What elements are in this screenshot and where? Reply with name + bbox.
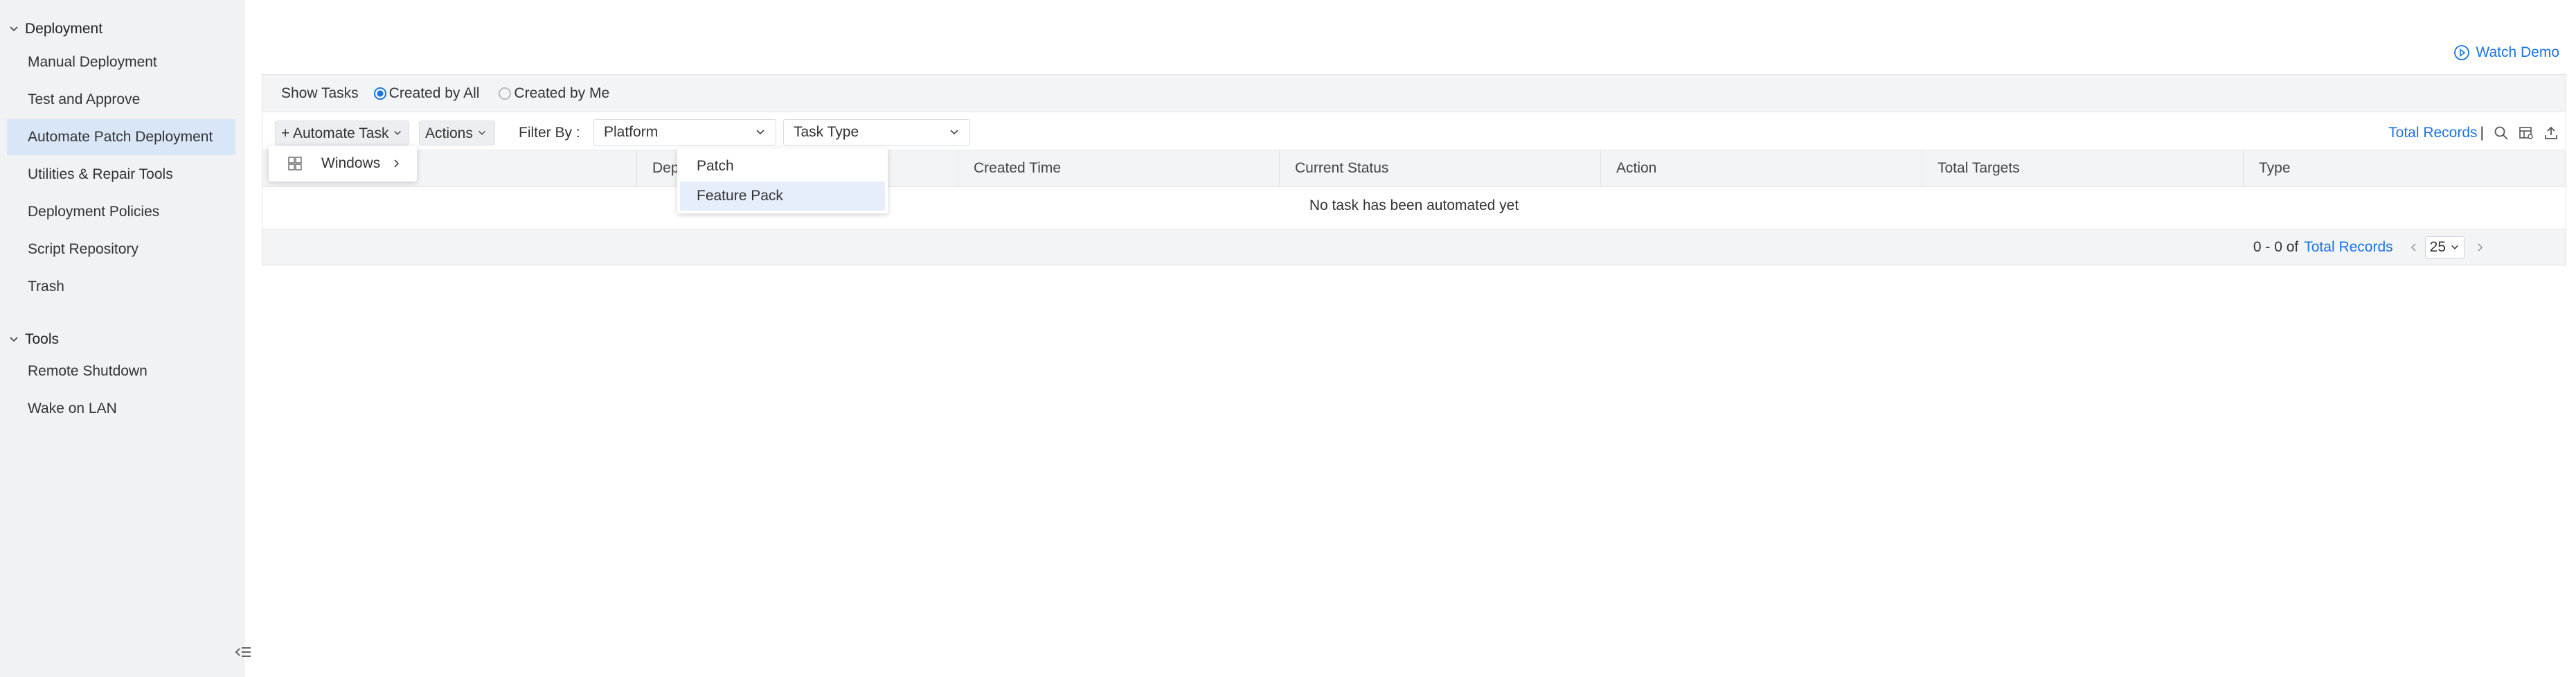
- submenu-item-patch[interactable]: Patch: [680, 152, 885, 181]
- table-tools: Total Records |: [2388, 125, 2559, 141]
- play-circle-icon: [2454, 45, 2470, 60]
- sidebar-section-title: Tools: [25, 331, 60, 347]
- sidebar-item-test-and-approve[interactable]: Test and Approve: [7, 82, 235, 118]
- sidebar-section-title: Deployment: [25, 21, 103, 37]
- sidebar-item-deployment-policies[interactable]: Deployment Policies: [7, 194, 235, 230]
- empty-table-message: No task has been automated yet: [1309, 197, 1519, 213]
- platform-select-value: Platform: [604, 124, 659, 140]
- platform-select[interactable]: Platform: [593, 119, 776, 146]
- export-icon[interactable]: [2543, 125, 2559, 141]
- task-type-select[interactable]: Task Type: [783, 119, 970, 146]
- filter-by-label: Filter By :: [519, 125, 580, 141]
- sidebar-item-wake-on-lan[interactable]: Wake on LAN: [7, 391, 235, 427]
- radio-selected-icon[interactable]: [373, 87, 386, 100]
- sidebar: Deployment Manual Deployment Test and Ap…: [0, 0, 251, 677]
- main-content: Watch Demo Show Tasks Created by All Cre…: [262, 0, 2566, 677]
- collapse-sidebar-icon[interactable]: [233, 642, 253, 662]
- chevron-down-icon: [2451, 245, 2458, 249]
- table-header: Deployment Time Created Time Current Sta…: [262, 150, 2566, 187]
- sidebar-item-remote-shutdown[interactable]: Remote Shutdown: [7, 353, 235, 389]
- pagination: 0 - 0 of Total Records 25: [2253, 236, 2485, 258]
- submenu-item-feature-pack[interactable]: Feature Pack: [680, 182, 885, 211]
- radio-unselected-icon[interactable]: [499, 87, 512, 100]
- sidebar-section-deployment[interactable]: Deployment: [8, 21, 102, 37]
- menu-item-windows[interactable]: Windows: [269, 146, 417, 182]
- watch-demo-label: Watch Demo: [2476, 44, 2559, 60]
- chevron-right-icon: [394, 159, 400, 168]
- chevron-left-icon[interactable]: [2408, 242, 2420, 253]
- column-settings-icon[interactable]: [2519, 125, 2534, 141]
- record-range: 0 - 0 of: [2253, 239, 2299, 255]
- sidebar-item-trash[interactable]: Trash: [7, 269, 235, 305]
- sidebar-section-tools[interactable]: Tools: [8, 331, 59, 348]
- chevron-right-icon[interactable]: [2474, 242, 2485, 253]
- table-footer: 0 - 0 of Total Records 25: [262, 229, 2566, 265]
- chevron-down-icon: [950, 130, 958, 135]
- automate-task-button[interactable]: + Automate Task: [275, 121, 409, 146]
- radio-label: Created by All: [388, 85, 480, 101]
- total-records-link[interactable]: Total Records: [2388, 125, 2477, 141]
- chevron-down-icon: [478, 130, 485, 135]
- search-icon[interactable]: [2494, 125, 2509, 141]
- show-tasks-label: Show Tasks: [281, 85, 359, 101]
- windows-submenu: Patch Feature Pack: [677, 148, 888, 213]
- automate-task-menu: Windows: [269, 146, 417, 182]
- column-header-created-time[interactable]: Created Time: [958, 150, 1279, 186]
- sidebar-item-utilities-repair-tools[interactable]: Utilities & Repair Tools: [7, 157, 235, 193]
- windows-icon: [288, 157, 302, 170]
- column-header-total-targets[interactable]: Total Targets: [1922, 150, 2243, 186]
- page-size-value: 25: [2429, 239, 2446, 255]
- chevron-down-icon: [394, 130, 402, 135]
- radio-created-by-all[interactable]: Created by All: [373, 85, 480, 102]
- actions-button[interactable]: Actions: [419, 121, 495, 146]
- automate-task-label: Automate Task: [292, 125, 389, 141]
- toolbar: + Automate Task Actions Filter By : Plat…: [262, 114, 2566, 151]
- watch-demo-link[interactable]: Watch Demo: [2453, 44, 2559, 61]
- task-type-select-value: Task Type: [794, 124, 859, 140]
- tasks-panel: Show Tasks Created by All Created by Me …: [262, 74, 2566, 265]
- column-header-type[interactable]: Type: [2243, 150, 2566, 186]
- sidebar-item-automate-patch-deployment[interactable]: Automate Patch Deployment: [7, 119, 235, 155]
- sidebar-item-manual-deployment[interactable]: Manual Deployment: [7, 44, 235, 80]
- plus-icon: +: [281, 125, 290, 141]
- sidebar-item-script-repository[interactable]: Script Repository: [7, 231, 235, 267]
- separator: |: [2480, 125, 2484, 141]
- total-records-footer-link[interactable]: Total Records: [2304, 236, 2392, 258]
- show-tasks-bar: Show Tasks Created by All Created by Me: [262, 75, 2566, 112]
- column-header-action[interactable]: Action: [1600, 150, 1922, 186]
- chevron-down-icon: [10, 337, 18, 342]
- chevron-down-icon: [10, 26, 18, 32]
- radio-label: Created by Me: [514, 85, 610, 101]
- page-size-select[interactable]: 25: [2424, 236, 2465, 258]
- column-header-current-status[interactable]: Current Status: [1279, 150, 1600, 186]
- radio-created-by-me[interactable]: Created by Me: [499, 85, 609, 102]
- menu-item-label: Windows: [321, 155, 381, 171]
- actions-label: Actions: [425, 125, 473, 141]
- chevron-down-icon: [756, 130, 764, 135]
